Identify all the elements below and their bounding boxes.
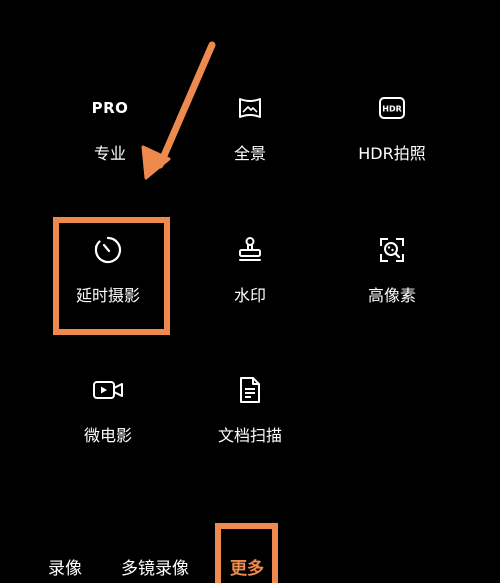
video-camera-icon <box>88 370 128 410</box>
mode-high-res-label: 高像素 <box>367 286 416 305</box>
svg-text:HDR: HDR <box>382 105 402 114</box>
mode-hdr[interactable]: HDR HDR拍照 <box>332 88 452 198</box>
high-res-icon <box>372 230 412 270</box>
mode-micro-movie[interactable]: 微电影 <box>48 370 168 480</box>
mode-timelapse-label: 延时摄影 <box>75 286 140 305</box>
pro-text-icon: PRO <box>91 99 129 117</box>
mode-hdr-label: HDR拍照 <box>358 144 426 163</box>
tab-video[interactable]: 录像 <box>48 554 82 579</box>
document-icon <box>230 370 270 410</box>
panorama-icon <box>230 88 270 128</box>
mode-pro[interactable]: PRO 专业 <box>50 88 170 198</box>
stamp-icon <box>230 230 270 270</box>
hdr-icon: HDR <box>372 88 412 128</box>
mode-panorama[interactable]: 全景 <box>190 88 310 198</box>
mode-document-scan[interactable]: 文档扫描 <box>190 370 310 480</box>
bottom-tab-bar: 录像 多镜录像 更多 <box>0 540 500 579</box>
mode-panorama-label: 全景 <box>233 144 266 163</box>
mode-watermark-label: 水印 <box>233 286 266 305</box>
mode-pro-label: 专业 <box>93 144 126 163</box>
tab-more[interactable]: 更多 <box>230 554 264 579</box>
mode-high-res[interactable]: 高像素 <box>332 230 452 340</box>
tab-multi-camera-video[interactable]: 多镜录像 <box>121 554 189 579</box>
mode-grid: PRO 专业 全景 HDR HDR拍照 延时摄影 水印 高像素 微电影 文档扫描 <box>0 0 500 500</box>
mode-micro-movie-label: 微电影 <box>83 426 132 445</box>
mode-document-scan-label: 文档扫描 <box>217 426 282 445</box>
timelapse-icon <box>88 230 128 270</box>
mode-timelapse[interactable]: 延时摄影 <box>48 230 168 340</box>
mode-watermark[interactable]: 水印 <box>190 230 310 340</box>
